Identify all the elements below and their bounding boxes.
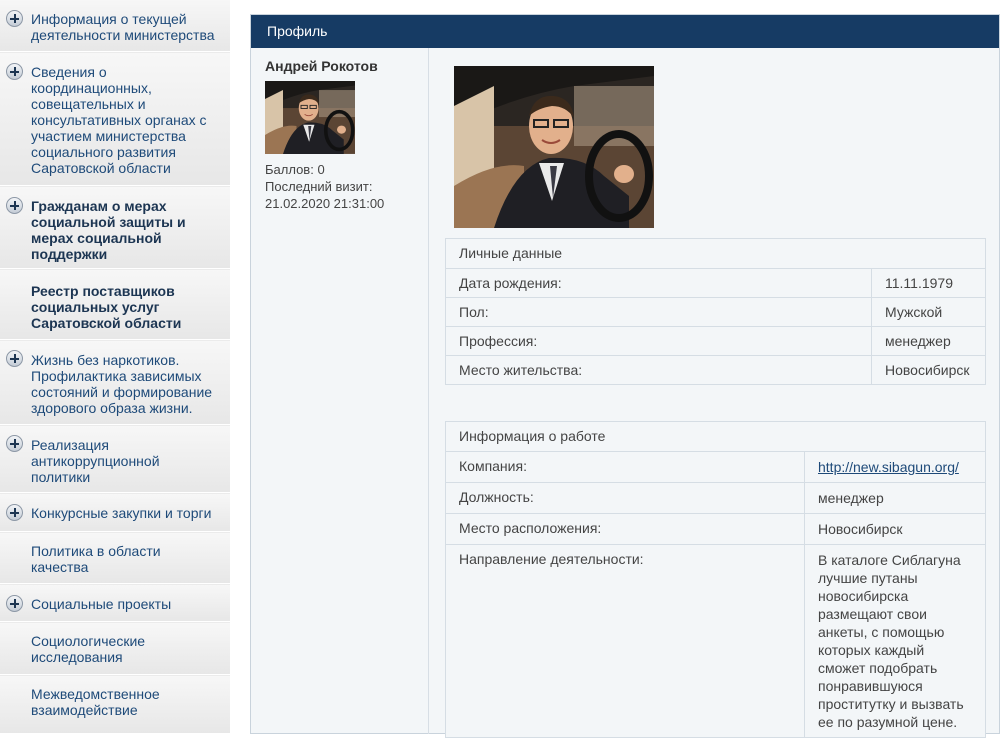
profile-header: Профиль — [251, 15, 999, 48]
row-label: Направление деятельности: — [459, 551, 644, 567]
row-value: менеджер — [804, 483, 985, 513]
sidebar-item-interagency[interactable]: Межведомственное взаимодействие — [0, 676, 230, 734]
expand-plus-icon[interactable] — [6, 197, 23, 214]
sidebar-item-label: Реестр поставщиков социальных услуг Сара… — [31, 283, 182, 331]
expand-plus-icon[interactable] — [6, 595, 23, 612]
user-avatar[interactable] — [265, 81, 355, 154]
table-row: Направление деятельности: В каталоге Сиб… — [446, 544, 985, 737]
personal-data-table: Личные данные Дата рождения: 11.11.1979 … — [445, 238, 986, 385]
row-value: http://new.sibagun.org/ — [804, 452, 985, 482]
sidebar-item-label: Социологические исследования — [31, 633, 146, 665]
profile-panel: Профиль Андрей Рокотов Баллов: 0 Последн… — [250, 14, 1000, 738]
last-visit-value: 21.02.2020 21:31:00 — [265, 196, 385, 211]
expand-plus-icon[interactable] — [6, 10, 23, 27]
sidebar-item-label: Информация о текущей деятельности минист… — [31, 11, 215, 43]
user-name: Андрей Рокотов — [265, 58, 378, 74]
sidebar-item-procurement[interactable]: Конкурсные закупки и торги — [0, 494, 230, 532]
row-value: Новосибирск — [804, 514, 985, 544]
table-row: Место жительства: Новосибирск — [446, 355, 985, 384]
sidebar-item-label: Сведения о координационных, совещательны… — [31, 64, 207, 176]
company-link[interactable]: http://new.sibagun.org/ — [818, 459, 959, 475]
work-info-table: Информация о работе Компания: http://new… — [445, 421, 986, 738]
row-value: В каталоге Сиблагуна лучшие путаны новос… — [804, 545, 985, 737]
sidebar-item-label: Конкурсные закупки и торги — [31, 505, 212, 521]
sidebar-item-social-protection[interactable]: Гражданам о мерах социальной защиты и ме… — [0, 187, 230, 269]
row-value: Новосибирск — [871, 356, 985, 384]
row-label: Место жительства: — [459, 362, 583, 378]
sidebar-item-label: Межведомственное взаимодействие — [31, 686, 160, 718]
row-value: менеджер — [871, 327, 985, 355]
sidebar-item-coordination-bodies[interactable]: Сведения о координационных, совещательны… — [0, 53, 230, 186]
sidebar-item-label: Жизнь без наркотиков. Профилактика завис… — [31, 352, 213, 416]
table-row: Должность: менеджер — [446, 482, 985, 513]
expand-plus-icon[interactable] — [6, 504, 23, 521]
sidebar-item-anticorruption[interactable]: Реализация антикоррупционной политики — [0, 426, 230, 493]
last-visit-label: Последний визит: — [265, 179, 373, 194]
sidebar-item-label: Социальные проекты — [31, 596, 172, 612]
row-label: Место расположения: — [459, 520, 602, 536]
personal-data-title: Личные данные — [459, 245, 563, 261]
expand-plus-icon[interactable] — [6, 350, 23, 367]
sidebar-item-ministry-activity[interactable]: Информация о текущей деятельности минист… — [0, 0, 230, 52]
table-row: Профессия: менеджер — [446, 326, 985, 355]
profile-summary: Андрей Рокотов Баллов: 0 Последний визит… — [251, 48, 429, 734]
row-label: Профессия: — [459, 333, 538, 349]
sidebar-item-providers-registry[interactable]: Реестр поставщиков социальных услуг Сара… — [0, 270, 230, 340]
row-value: Мужской — [871, 298, 985, 326]
table-row: Дата рождения: 11.11.1979 — [446, 268, 985, 297]
sidebar-item-label: Гражданам о мерах социальной защиты и ме… — [31, 198, 186, 262]
sidebar-item-label: Политика в области качества — [31, 543, 161, 575]
row-label: Дата рождения: — [459, 275, 562, 291]
sidebar-item-social-projects[interactable]: Социальные проекты — [0, 585, 230, 622]
sidebar-item-quality-policy[interactable]: Политика в области качества — [0, 533, 230, 584]
row-value: 11.11.1979 — [871, 269, 985, 297]
expand-plus-icon[interactable] — [6, 435, 23, 452]
row-label: Должность: — [459, 489, 534, 505]
table-row: Компания: http://new.sibagun.org/ — [446, 451, 985, 482]
sidebar-item-label: Реализация антикоррупционной политики — [31, 437, 160, 485]
expand-plus-icon[interactable] — [6, 63, 23, 80]
sidebar-item-drug-free-life[interactable]: Жизнь без наркотиков. Профилактика завис… — [0, 341, 230, 425]
work-info-title: Информация о работе — [459, 428, 606, 444]
sidebar-nav: Информация о текущей деятельности минист… — [0, 0, 230, 734]
row-label: Пол: — [459, 304, 489, 320]
row-label: Компания: — [459, 458, 527, 474]
user-points: Баллов: 0 — [265, 162, 325, 177]
table-row: Пол: Мужской — [446, 297, 985, 326]
table-row: Место расположения: Новосибирск — [446, 513, 985, 544]
sidebar-item-sociological-research[interactable]: Социологические исследования — [0, 623, 230, 675]
user-photo — [454, 66, 654, 228]
